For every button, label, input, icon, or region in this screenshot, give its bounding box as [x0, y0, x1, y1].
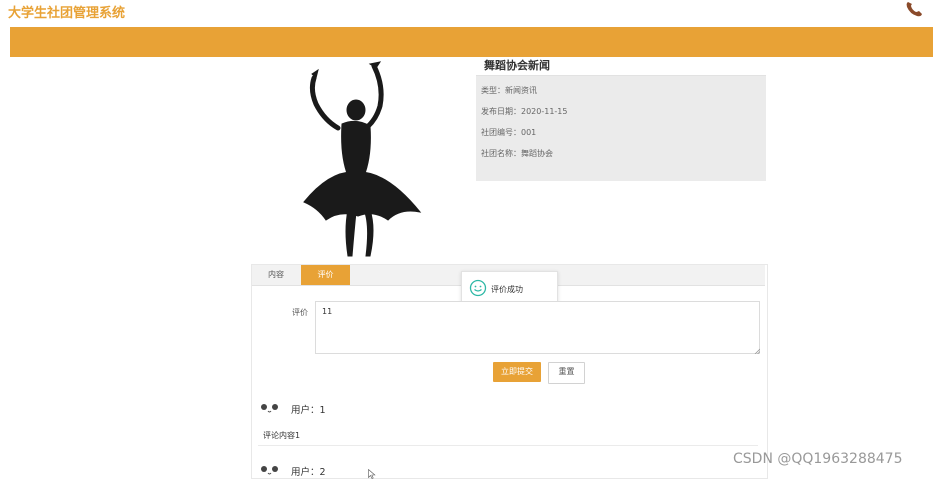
nav-home[interactable]: 首页 — [333, 8, 353, 23]
comment-divider — [258, 445, 758, 446]
news-info-panel — [476, 57, 766, 181]
tab-content[interactable]: 内容 — [252, 265, 300, 285]
mouse-cursor-icon — [368, 469, 376, 479]
resize-grip-icon[interactable] — [754, 348, 760, 354]
news-club-id: 社团编号：001 — [481, 128, 537, 137]
review-label: 评价 — [292, 308, 308, 317]
nav-club-info[interactable]: 社团信息 — [372, 8, 412, 23]
nav-club-news[interactable]: 社团新闻 — [431, 8, 471, 23]
toast-message: 评价成功 — [491, 285, 523, 294]
avatar — [261, 404, 278, 413]
submit-button[interactable]: 立即提交 — [493, 362, 541, 382]
comment-user: 用户：2 — [291, 467, 326, 478]
nav-mine[interactable]: 我的 — [608, 8, 628, 23]
news-title: 舞蹈协会新闻 — [484, 59, 550, 72]
tab-review[interactable]: 评价 — [301, 265, 350, 285]
comment-user: 用户：1 — [291, 405, 326, 416]
news-type: 类型：新闻资讯 — [481, 86, 537, 95]
nav-feedback[interactable]: 留言反馈 — [549, 8, 589, 23]
news-image-dancer — [303, 61, 422, 257]
site-title: 大学生社团管理系统 — [8, 6, 126, 21]
nav-club-activities[interactable]: 社团活动 — [490, 8, 530, 23]
avatar — [261, 466, 278, 475]
smile-icon — [469, 279, 487, 297]
news-club-name: 社团名称：舞蹈协会 — [481, 149, 553, 158]
news-publish-date: 发布日期：2020-11-15 — [481, 107, 568, 116]
comment-content: 评论内容1 — [263, 431, 301, 440]
nav-go-admin[interactable]: 跳转到后台 — [647, 8, 697, 23]
top-navbar — [10, 27, 933, 57]
phone-icon[interactable] — [904, 0, 926, 18]
reset-button[interactable]: 重置 — [548, 362, 585, 384]
watermark-text: CSDN @QQ1963288475 — [733, 451, 903, 467]
review-textarea[interactable]: 11 — [315, 301, 760, 354]
